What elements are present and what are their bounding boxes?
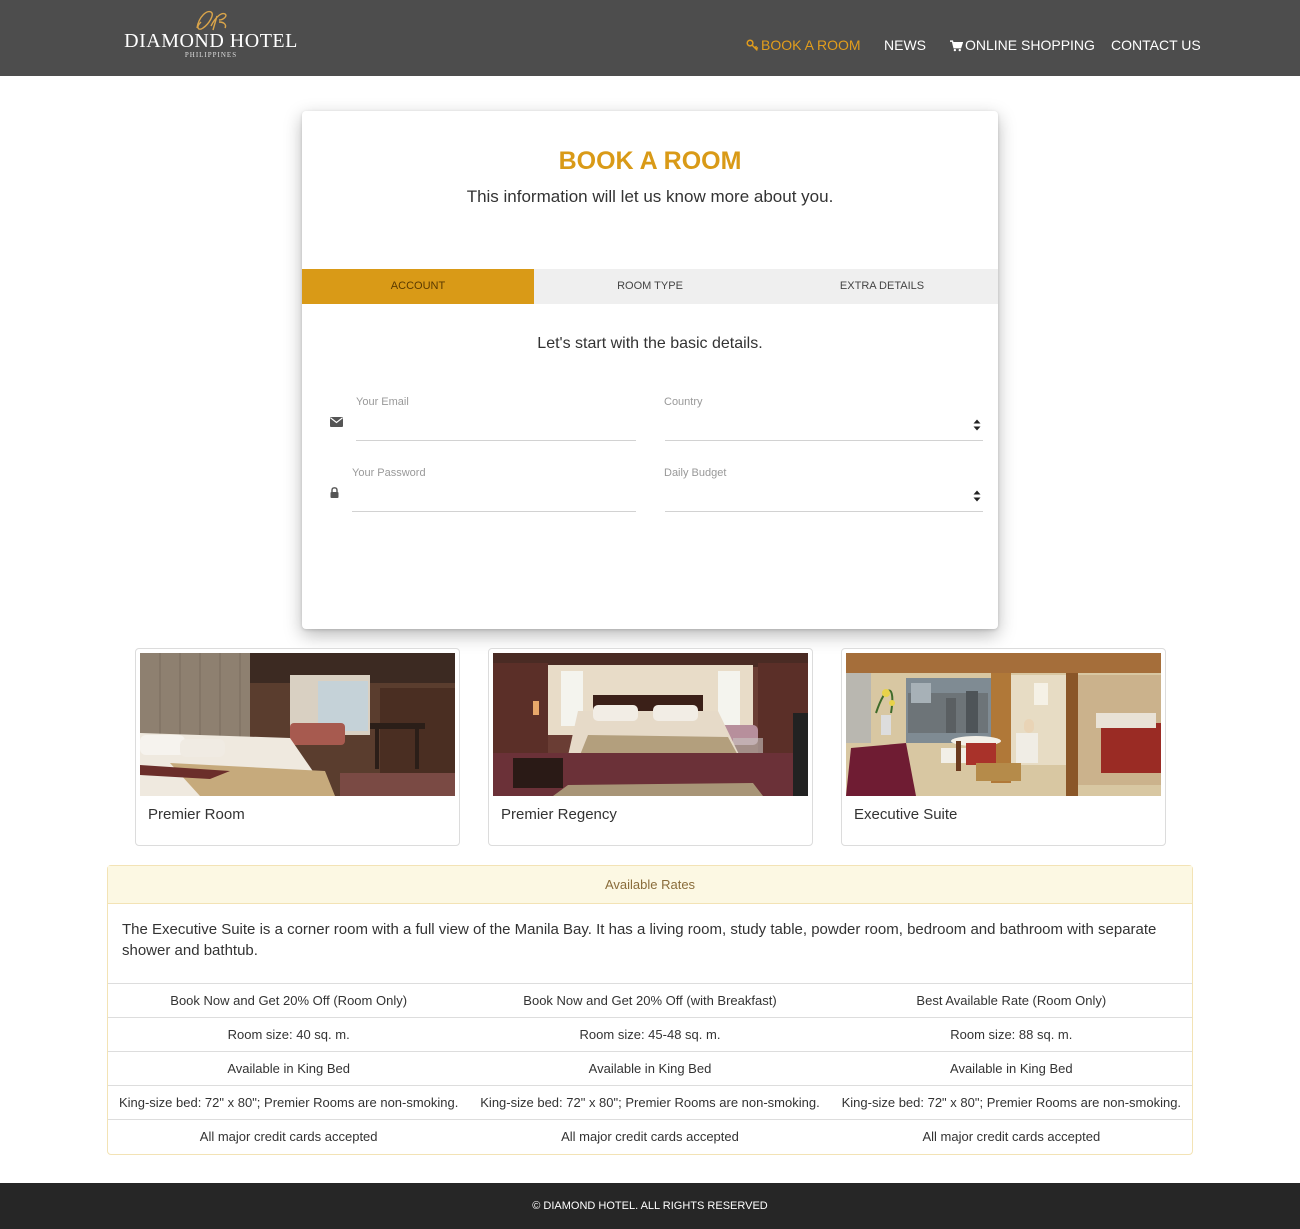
wizard-tabs: ACCOUNT ROOM TYPE EXTRA DETAILS: [302, 269, 998, 304]
table-row: Available in King Bed Available in King …: [108, 1051, 1192, 1086]
booking-title: BOOK A ROOM: [558, 147, 742, 175]
lock-icon: [330, 487, 339, 498]
cart-icon: [950, 40, 964, 52]
password-underline: [352, 511, 636, 512]
rate-cell: King-size bed: 72" x 80"; Premier Rooms …: [830, 1085, 1192, 1120]
room-name: Executive Suite: [854, 806, 958, 823]
tab-account[interactable]: ACCOUNT: [302, 269, 534, 304]
key-icon: [746, 39, 759, 51]
rate-cell: Room size: 88 sq. m.: [830, 1017, 1192, 1052]
premier-regency-photo: [493, 653, 808, 796]
rate-cell: All major credit cards accepted: [108, 1119, 470, 1154]
nav-news[interactable]: NEWS: [884, 36, 926, 54]
daily-budget-underline: [665, 511, 983, 512]
country-underline: [665, 440, 983, 441]
rate-cell: Available in King Bed: [469, 1051, 831, 1086]
rate-cell: King-size bed: 72" x 80"; Premier Rooms …: [469, 1085, 831, 1120]
nav-book-a-room-label: BOOK A ROOM: [761, 37, 861, 53]
table-row: King-size bed: 72" x 80"; Premier Rooms …: [108, 1085, 1192, 1120]
rate-cell: Book Now and Get 20% Off (with Breakfast…: [469, 983, 831, 1018]
booking-subtitle: This information will let us know more a…: [466, 187, 834, 206]
email-underline: [356, 440, 636, 441]
nav-book-a-room[interactable]: BOOK A ROOM: [746, 36, 861, 54]
rate-cell: Available in King Bed: [108, 1051, 470, 1086]
email-field[interactable]: [356, 413, 636, 439]
rate-cell: Best Available Rate (Room Only): [830, 983, 1192, 1018]
room-description: The Executive Suite is a corner room wit…: [122, 921, 1157, 959]
step-instruction: Let's start with the basic details.: [537, 335, 763, 352]
executive-suite-photo: [846, 653, 1161, 796]
nav-contact-us[interactable]: CONTACT US: [1111, 36, 1201, 54]
room-card-premier-room[interactable]: Premier Room: [135, 648, 460, 846]
table-row: All major credit cards accepted All majo…: [108, 1119, 1192, 1154]
top-navbar: DIAMOND HOTEL PHILIPPINES BOOK A ROOM NE…: [0, 0, 1300, 76]
nav-contact-us-label: CONTACT US: [1111, 37, 1201, 53]
country-label: Country: [664, 396, 703, 408]
email-label: Your Email: [356, 396, 409, 408]
country-select[interactable]: [665, 413, 983, 439]
password-field[interactable]: [352, 485, 636, 511]
copyright-text: © DIAMOND HOTEL. ALL RIGHTS RESERVED: [532, 1200, 768, 1212]
brand-name: DIAMOND HOTEL: [124, 30, 298, 52]
tab-extra-details[interactable]: EXTRA DETAILS: [766, 269, 998, 304]
booking-wizard-card: BOOK A ROOM This information will let us…: [302, 111, 998, 629]
table-row: Room size: 40 sq. m. Room size: 45-48 sq…: [108, 1017, 1192, 1052]
nav-online-shopping-label: ONLINE SHOPPING: [965, 37, 1095, 53]
room-card-executive-suite[interactable]: Executive Suite: [841, 648, 1166, 846]
brand-subtitle: PHILIPPINES: [184, 51, 238, 59]
rate-cell: Book Now and Get 20% Off (Room Only): [108, 983, 470, 1018]
table-row: Book Now and Get 20% Off (Room Only) Boo…: [108, 983, 1192, 1018]
rate-cell: Room size: 40 sq. m.: [108, 1017, 470, 1052]
rate-cell: Available in King Bed: [830, 1051, 1192, 1086]
brand-logo[interactable]: DIAMOND HOTEL PHILIPPINES: [120, 6, 302, 68]
nav-news-label: NEWS: [884, 37, 926, 53]
daily-budget-select[interactable]: [665, 485, 983, 511]
rate-cell: Room size: 45-48 sq. m.: [469, 1017, 831, 1052]
room-name: Premier Regency: [501, 806, 617, 823]
rate-cell: All major credit cards accepted: [469, 1119, 831, 1154]
tab-room-type[interactable]: ROOM TYPE: [534, 269, 766, 304]
envelope-icon: [330, 417, 343, 427]
rate-cell: King-size bed: 72" x 80"; Premier Rooms …: [108, 1085, 470, 1120]
rates-heading: Available Rates: [108, 866, 1192, 904]
footer: © DIAMOND HOTEL. ALL RIGHTS RESERVED: [0, 1183, 1300, 1229]
rate-cell: All major credit cards accepted: [830, 1119, 1192, 1154]
select-arrows-icon: [973, 419, 981, 431]
premier-room-photo: [140, 653, 455, 796]
room-name: Premier Room: [148, 806, 245, 823]
nav-online-shopping[interactable]: ONLINE SHOPPING: [950, 36, 1095, 54]
room-card-premier-regency[interactable]: Premier Regency: [488, 648, 813, 846]
available-rates-panel: Available Rates The Executive Suite is a…: [107, 865, 1193, 1155]
password-label: Your Password: [352, 467, 426, 479]
rates-table: Book Now and Get 20% Off (Room Only) Boo…: [108, 983, 1192, 1154]
daily-budget-label: Daily Budget: [664, 467, 727, 479]
select-arrows-icon: [973, 490, 981, 502]
